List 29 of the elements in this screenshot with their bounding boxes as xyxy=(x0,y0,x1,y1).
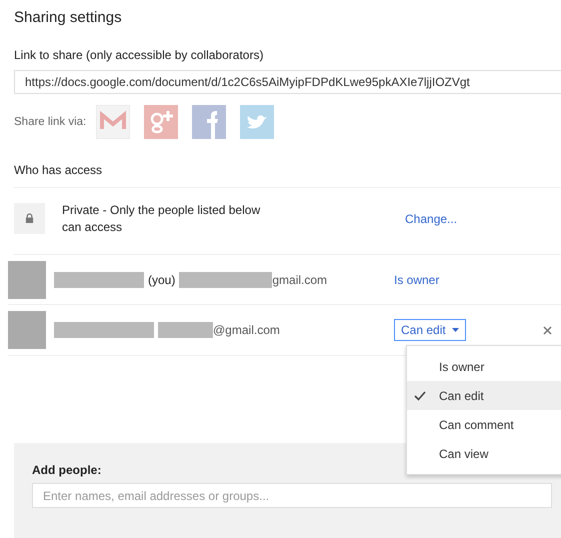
change-link[interactable]: Change... xyxy=(405,212,458,226)
role-dropdown[interactable]: Can edit xyxy=(394,319,466,342)
lock-icon xyxy=(14,203,45,234)
caret-icon xyxy=(452,328,459,332)
email-text: @gmail.com xyxy=(213,323,280,338)
mail-icon[interactable] xyxy=(96,104,130,139)
check-icon xyxy=(414,390,426,401)
menu-item[interactable]: Can comment xyxy=(407,410,561,440)
redacted-block xyxy=(158,322,213,338)
menu-item[interactable]: Can edit xyxy=(407,381,561,410)
share-via-label: Share link via: xyxy=(14,116,86,128)
avatar-placeholder xyxy=(8,260,46,299)
visibility-text: Private - Only the people listed below can access xyxy=(62,202,262,236)
add-people-field[interactable]: Enter names, email addresses or groups... xyxy=(32,483,552,508)
bird-icon[interactable] xyxy=(240,104,274,139)
avatar-placeholder xyxy=(8,311,46,350)
you-label: (you) xyxy=(148,272,176,287)
link-label: Link to share (only accessible by collaborators) xyxy=(14,48,264,62)
menu-item[interactable]: Can view xyxy=(407,439,561,468)
facebook-icon[interactable] xyxy=(192,104,226,139)
dialog-title: Sharing settings xyxy=(14,9,123,26)
gplus-icon[interactable] xyxy=(144,104,178,139)
add-people-label: Add people: xyxy=(32,463,102,477)
role-text: Is owner xyxy=(394,272,440,287)
close-icon[interactable] xyxy=(543,326,552,335)
section-heading: Who has access xyxy=(14,162,561,188)
email-text: gmail.com xyxy=(272,272,328,287)
link-field[interactable]: https://docs.google.com/document/d/1c2C6s5AiMyipFDPdKLwe95pkAXIe7ljjIOZVgt xyxy=(14,70,561,94)
menu-item[interactable]: Is owner xyxy=(407,352,561,382)
